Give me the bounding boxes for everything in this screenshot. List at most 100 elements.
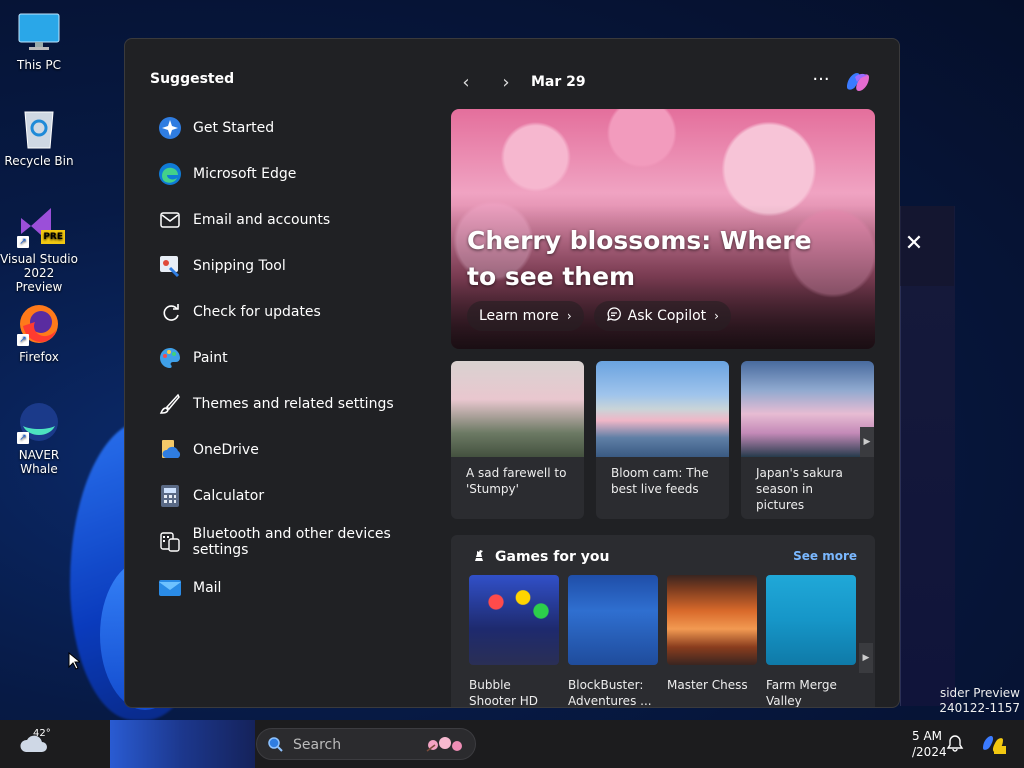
shortcut-arrow-icon: ↗	[17, 236, 29, 248]
suggested-item-label: Microsoft Edge	[193, 166, 297, 182]
get-started-icon	[157, 115, 183, 141]
games-title: Games for you	[495, 549, 610, 565]
suggested-item-onedrive[interactable]: OneDrive	[157, 427, 447, 473]
desktop-icon-recycle-bin[interactable]: Recycle Bin	[0, 106, 78, 168]
hero-actions: Learn more › Ask Copilot ›	[467, 301, 731, 331]
game-name: BlockBuster: Adventures ...	[568, 678, 652, 708]
cherry-blossom-highlight-icon	[423, 735, 469, 755]
game-thumbnail-bubble-shooter	[469, 575, 559, 665]
refresh-icon	[157, 299, 183, 325]
shortcut-arrow-icon: ↗	[17, 432, 29, 444]
more-options-button[interactable]: ···	[806, 67, 836, 97]
recycle-bin-icon	[17, 106, 61, 150]
feed-navigation: ‹ › Mar 29 ···	[451, 67, 881, 97]
suggested-item-label: Calculator	[193, 488, 265, 504]
calculator-icon	[157, 483, 183, 509]
game-thumbnail-blockbuster	[568, 575, 658, 665]
chevron-left-icon: ‹	[462, 71, 470, 93]
game-thumbnail-farm-merge	[766, 575, 856, 665]
suggested-item-check-updates[interactable]: Check for updates	[157, 289, 447, 335]
taskbar-search[interactable]	[256, 728, 476, 760]
games-scroll-right-button[interactable]: ▶	[859, 643, 873, 673]
notifications-bell-icon[interactable]	[946, 734, 966, 754]
suggested-item-label: Themes and related settings	[193, 396, 394, 412]
desktop-icon-label: Visual Studio 2022 Preview	[0, 252, 78, 294]
suggested-item-snipping-tool[interactable]: Snipping Tool	[157, 243, 447, 289]
naver-whale-icon: ↗	[17, 400, 61, 444]
suggested-item-get-started[interactable]: Get Started	[157, 105, 447, 151]
desktop-icon-visual-studio[interactable]: PRE ↗ Visual Studio 2022 Preview	[0, 204, 78, 294]
suggested-item-mail[interactable]: Mail	[157, 565, 447, 611]
chevron-right-icon: ›	[566, 309, 572, 323]
story-title: Japan's sakura season in pictures	[756, 466, 843, 512]
learn-more-label: Learn more	[479, 308, 559, 324]
suggested-item-paint[interactable]: Paint	[157, 335, 447, 381]
story-card[interactable]: ▶ Japan's sakura season in pictures	[741, 361, 874, 519]
brush-icon	[157, 391, 183, 417]
hero-story-card[interactable]: Cherry blossoms: Where to see them Learn…	[451, 109, 875, 349]
suggested-item-email-accounts[interactable]: Email and accounts	[157, 197, 447, 243]
previous-button[interactable]: ‹	[451, 67, 481, 97]
suggested-item-label: Email and accounts	[193, 212, 331, 228]
mail-app-icon	[157, 575, 183, 601]
widgets-panel: Suggested Get Started Microsoft Edge Ema…	[124, 38, 900, 708]
taskbar: 42° 5 AM /2024	[0, 720, 1024, 768]
snipping-tool-icon	[157, 253, 183, 279]
learn-more-button[interactable]: Learn more ›	[467, 301, 584, 331]
suggested-item-label: Get Started	[193, 120, 275, 136]
copilot-taskbar-icon[interactable]	[980, 732, 1006, 756]
system-clock[interactable]: 5 AM /2024	[912, 728, 947, 760]
devices-icon	[157, 529, 183, 555]
copilot-icon[interactable]	[843, 67, 873, 97]
desktop-icon-label: Firefox	[19, 350, 59, 364]
clock-time: 5 AM	[912, 729, 943, 743]
chess-piece-icon	[471, 547, 487, 567]
game-tile[interactable]: Bubble Shooter HD	[469, 575, 559, 707]
background-window-close[interactable]: ✕	[900, 206, 954, 286]
desktop-icon-firefox[interactable]: ↗ Firefox	[0, 302, 78, 364]
suggested-item-themes[interactable]: Themes and related settings	[157, 381, 447, 427]
game-thumbnail-master-chess	[667, 575, 757, 665]
weather-temperature: 42°	[33, 728, 51, 739]
cards-scroll-right-button[interactable]: ▶	[860, 427, 874, 457]
story-thumbnail	[596, 361, 729, 457]
preview-badge: PRE	[41, 230, 65, 244]
suggested-item-label: OneDrive	[193, 442, 259, 458]
desktop-icon-this-pc[interactable]: This PC	[0, 10, 78, 72]
story-card[interactable]: Bloom cam: The best live feeds	[596, 361, 729, 519]
games-card: Games for you See more Bubble Shooter HD…	[451, 535, 875, 708]
game-tile[interactable]: BlockBuster: Adventures ...	[568, 575, 658, 708]
paint-icon	[157, 345, 183, 371]
game-tile[interactable]: Master Chess	[667, 575, 757, 693]
mail-outline-icon	[157, 207, 183, 233]
feed-date: Mar 29	[531, 74, 586, 90]
chat-bubble-icon	[606, 306, 622, 326]
desktop-icon-label: This PC	[17, 58, 61, 72]
next-button[interactable]: ›	[491, 67, 521, 97]
edge-icon	[157, 161, 183, 187]
suggested-item-edge[interactable]: Microsoft Edge	[157, 151, 447, 197]
hero-title: Cherry blossoms: Where to see them	[467, 226, 812, 291]
ask-copilot-button[interactable]: Ask Copilot ›	[593, 301, 731, 331]
see-more-link[interactable]: See more	[793, 549, 857, 563]
triangle-right-icon: ▶	[862, 653, 870, 663]
onedrive-icon	[157, 437, 183, 463]
games-header: Games for you	[471, 547, 609, 567]
watermark-line-1: sider Preview	[939, 686, 1020, 700]
mouse-cursor-icon	[68, 651, 82, 670]
monitor-icon	[17, 10, 61, 54]
game-tile[interactable]: Farm Merge Valley	[766, 575, 856, 707]
story-card[interactable]: A sad farewell to 'Stumpy'	[451, 361, 584, 519]
build-watermark: sider Preview 240122-1157	[939, 686, 1020, 716]
story-title: Bloom cam: The best live feeds	[611, 466, 709, 496]
search-input[interactable]	[291, 734, 415, 756]
desktop-icon-label: NAVER Whale	[18, 448, 60, 476]
suggested-item-bluetooth-devices[interactable]: Bluetooth and other devices settings	[157, 519, 447, 565]
suggested-item-label: Snipping Tool	[193, 258, 286, 274]
widgets-button-highlight[interactable]	[110, 720, 255, 768]
game-name: Master Chess	[667, 678, 748, 692]
suggested-item-calculator[interactable]: Calculator	[157, 473, 447, 519]
suggested-item-label: Paint	[193, 350, 228, 366]
desktop-icon-label: Recycle Bin	[4, 154, 74, 168]
desktop-icon-naver-whale[interactable]: ↗ NAVER Whale	[0, 400, 78, 476]
